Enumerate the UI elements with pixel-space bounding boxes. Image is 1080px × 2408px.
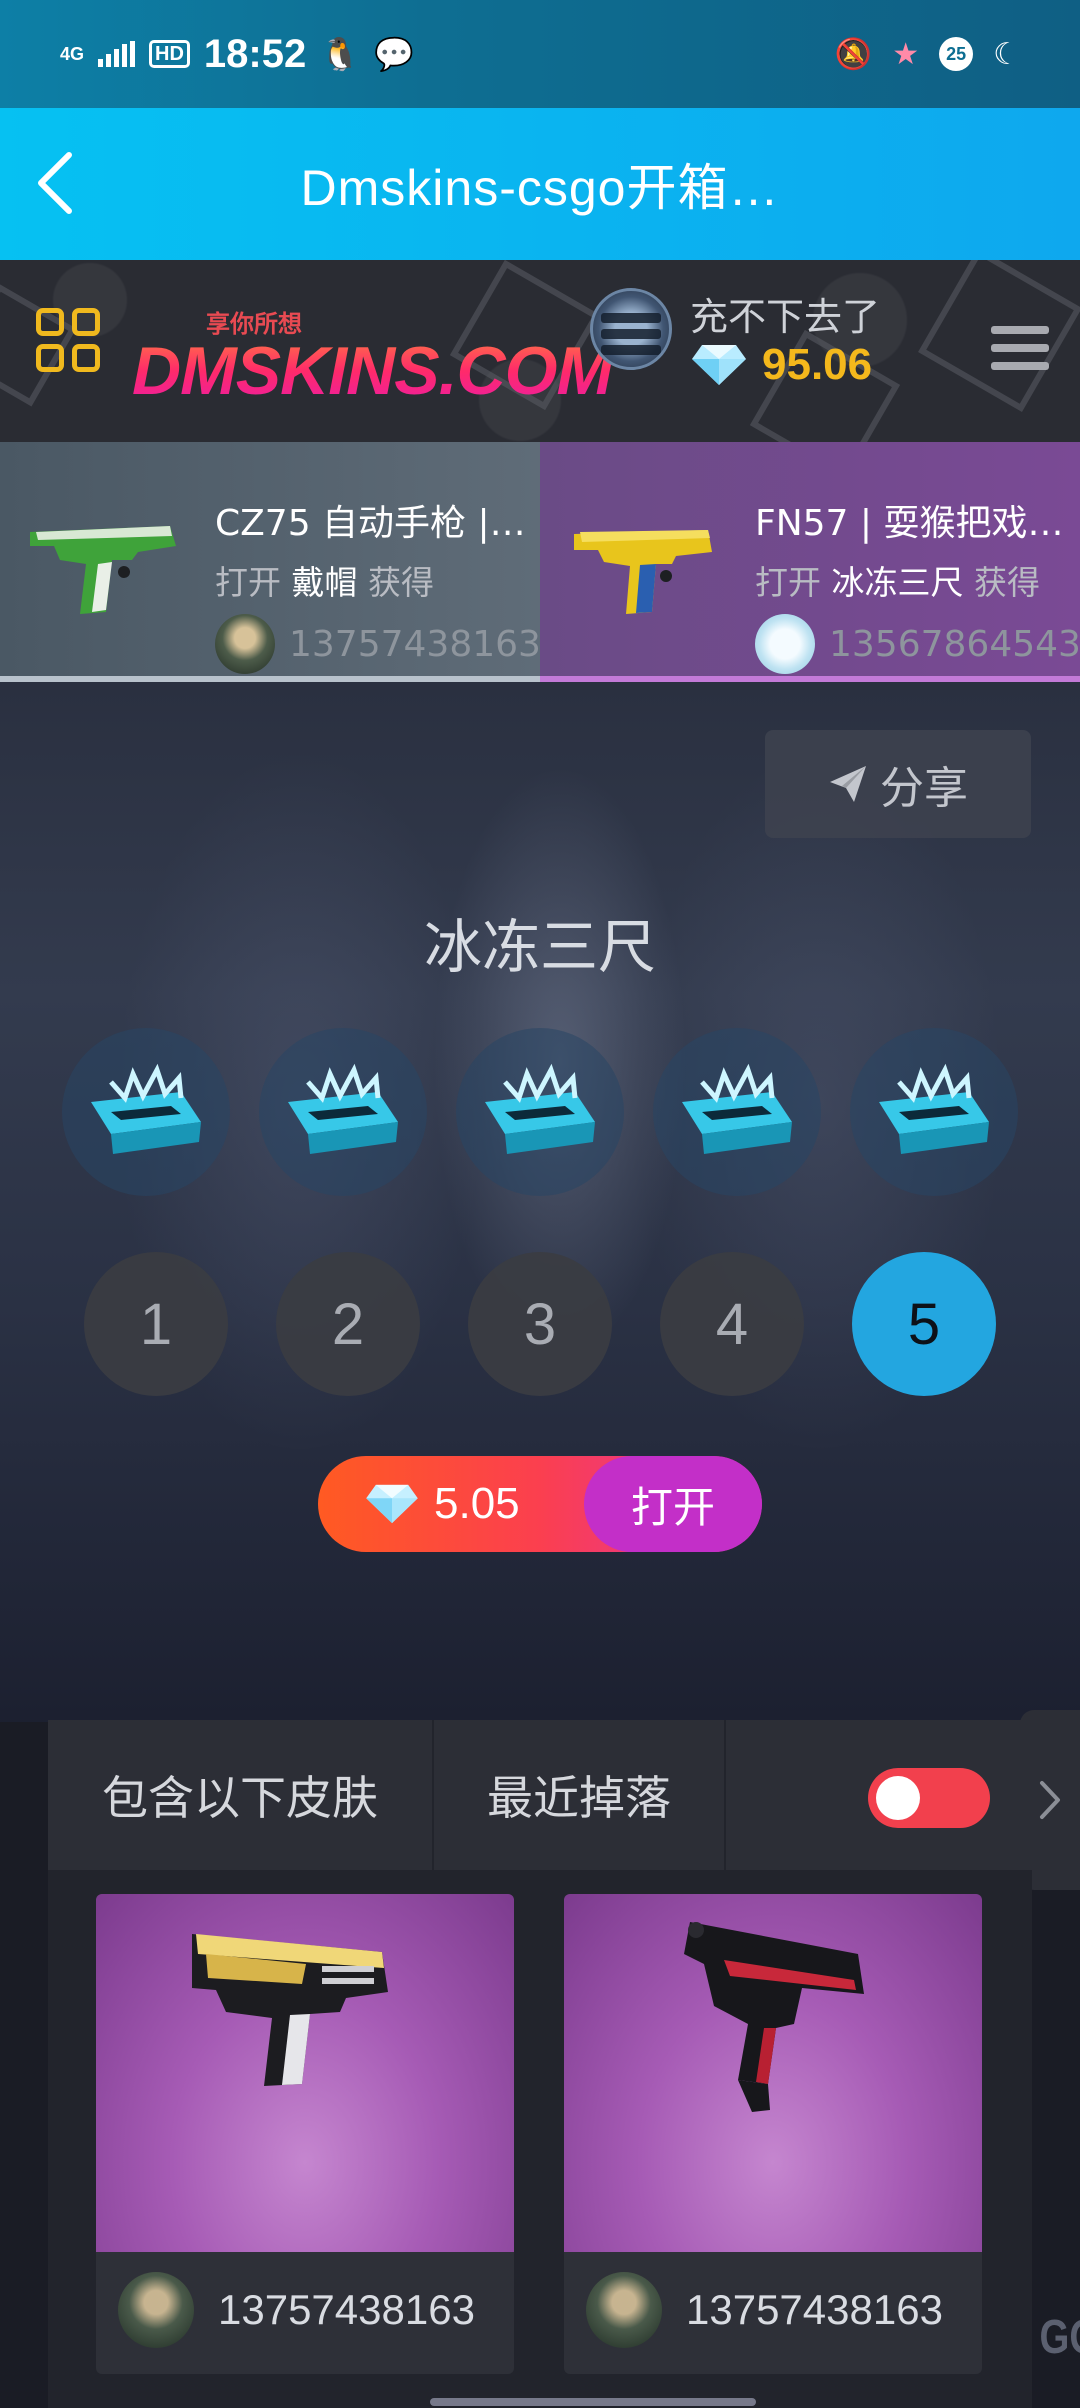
wechat-icon: 💬 [374,36,414,72]
drop-item-name: FN57 | 耍猴把戏… [755,503,1064,544]
quantity-button-3[interactable]: 3 [468,1252,612,1396]
toggle-switch[interactable] [868,1768,990,1828]
quantity-button-5[interactable]: 5 [852,1252,996,1396]
drop-user: 13757438163 [215,614,540,674]
back-button[interactable] [20,148,90,218]
open-case-button[interactable]: 打开 [584,1456,762,1552]
diamond-icon [366,1484,418,1524]
drop-user: 13567864543 [755,614,1080,674]
status-bar: 4G HD 18:52 🐧 💬 🔕 ★ 25 ☾ [0,0,1080,108]
username: 充不下去了 [690,295,881,339]
mute-icon: 🔕 [834,37,873,71]
avatar [755,614,815,674]
drop-action: 打开 [215,563,281,602]
drop-case: 戴帽 [291,563,358,602]
quantity-button-2[interactable]: 2 [276,1252,420,1396]
recent-drops-ticker: CZ75 自动手枪 |… 打开 戴帽 获得 13757438163 FN57 |… [0,442,1080,682]
qq-icon: 🐧 [320,36,361,72]
case-price: 5.05 [318,1456,584,1552]
share-button[interactable]: 分享 [765,730,1031,838]
chevron-left-icon [38,152,72,214]
content-panel: 包含以下皮肤 最近掉落 13757438163 13757438163 [48,1720,1032,2408]
case-image [259,1028,427,1196]
quantity-button-4[interactable]: 4 [660,1252,804,1396]
drop-card[interactable]: FN57 | 耍猴把戏… 打开 冰冻三尺 获得 13567864543 [540,442,1080,682]
desert-eagle-icon [192,1934,388,2086]
paper-plane-icon [830,766,866,802]
open-case-bar: 5.05 打开 [318,1456,762,1552]
tec9-icon [684,1922,864,2112]
drop-item-name: CZ75 自动手枪 |… [215,503,526,544]
moon-icon: ☾ [993,37,1020,71]
skin-image [96,1894,514,2252]
ice-case-icon [682,1063,792,1154]
skin-grid: 13757438163 13757438163 [96,1894,1032,2374]
skin-card[interactable]: 13757438163 [564,1894,982,2374]
drop-user-phone: 13757438163 [289,623,540,665]
fn57-pistol-icon [574,530,712,614]
app-header: Dmskins-csgo开箱… [0,108,1080,260]
user-avatar[interactable] [590,288,672,370]
share-label: 分享 [880,763,968,814]
avatar [118,2272,194,2348]
ice-case-icon [91,1063,201,1154]
diamond-icon [692,345,746,385]
star-icon: ★ [892,37,920,71]
case-image [850,1028,1018,1196]
case-image [62,1028,230,1196]
tab-bar: 包含以下皮肤 最近掉落 [48,1720,1032,1870]
signal-icon [98,41,136,67]
tab-contains-skins[interactable]: 包含以下皮肤 [48,1720,432,1870]
quantity-selector: 1 2 3 4 5 [84,1252,996,1396]
skin-card[interactable]: 13757438163 [96,1894,514,2374]
drop-description: 打开 冰冻三尺 获得 [755,556,1080,604]
network-type: 4G [60,44,85,64]
watermark-text: GO [1039,2311,1080,2364]
ice-case-icon [288,1063,398,1154]
balance-value: 95.06 [762,340,873,389]
case-image [456,1028,624,1196]
skin-owner: 13757438163 [586,2272,943,2348]
logo-text: DMSKINS.COM [132,333,613,409]
case-title: 冰冻三尺 [423,913,656,981]
case-image [653,1028,821,1196]
quantity-button-1[interactable]: 1 [84,1252,228,1396]
skin-owner: 13757438163 [118,2272,475,2348]
tab-bar-fill [726,1720,1032,1870]
clock: 18:52 [203,31,307,76]
chevron-right-icon [1040,1781,1060,1819]
drop-result: 获得 [974,563,1040,602]
avatar [586,2272,662,2348]
skin-owner-phone: 13757438163 [218,2286,475,2333]
drop-user-phone: 13567864543 [829,623,1080,665]
case-preview-row [62,1028,1018,1196]
site-nav: 享你所想 DMSKINS.COM 充不下去了 95.06 [0,260,1080,442]
drop-description: 打开 戴帽 获得 [215,556,540,604]
site-logo[interactable]: 享你所想 DMSKINS.COM [132,304,613,409]
balance: 95.06 [690,340,872,390]
drop-result: 获得 [368,563,434,602]
menu-button[interactable] [970,298,1070,398]
category-grid-icon[interactable] [36,308,100,372]
menu-icon [991,326,1049,334]
battery-level: 25 [939,37,974,71]
ice-case-icon [485,1063,595,1154]
ice-case-icon [879,1063,989,1154]
home-indicator[interactable] [430,2398,756,2406]
hd-badge: HD [149,40,190,68]
drop-case: 冰冻三尺 [831,563,964,602]
skin-image [564,1894,982,2252]
tab-recent-drops[interactable]: 最近掉落 [434,1720,724,1870]
drop-action: 打开 [755,563,821,602]
drop-card[interactable]: CZ75 自动手枪 |… 打开 戴帽 获得 13757438163 [0,442,540,682]
skin-owner-phone: 13757438163 [686,2286,943,2333]
price-value: 5.05 [434,1479,520,1528]
page-title: Dmskins-csgo开箱… [300,160,780,216]
cz75-pistol-icon [30,526,176,614]
case-opening-panel: 分享 冰冻三尺 1 2 3 4 5 5.05 打开 [0,682,1080,1722]
avatar [215,614,275,674]
